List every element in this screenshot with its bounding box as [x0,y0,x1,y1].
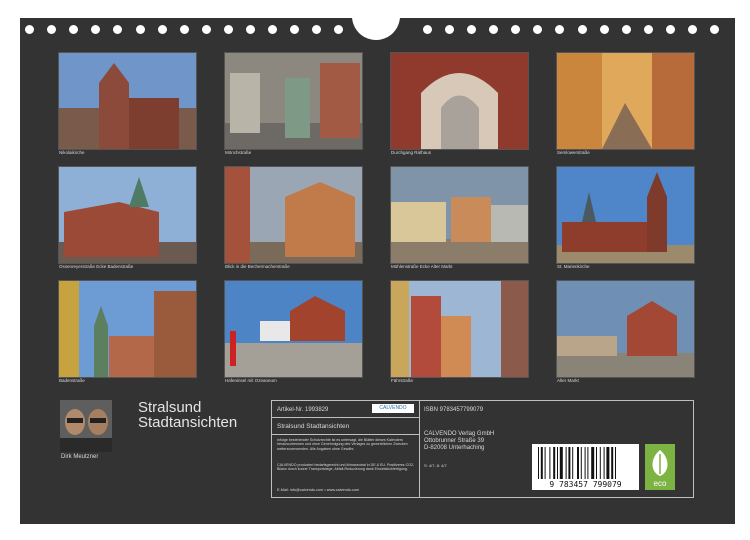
binding-hole [268,25,278,34]
photo-caption: Durchgang Rathaus [391,150,432,155]
binding-hole [135,25,145,34]
binding-hole [223,25,233,34]
legal-text: Infolge bestehender Schutzrechte ist es … [277,438,408,451]
photo-thumbnail [224,166,363,264]
binding-hole [334,25,344,34]
photo-thumbnail [58,166,197,264]
photo-thumbnail [224,52,363,150]
binding-hole [621,25,631,34]
photo-thumbnail [390,52,529,150]
title-line-1: Stralsund [138,399,202,416]
binding-hole [201,25,211,34]
binding-hole [533,25,543,34]
photo-caption: Semlowerstraße [557,150,590,155]
product-title: Stralsund Stadtansichten [277,423,350,430]
binding-hole [290,25,300,34]
binding-hole [113,25,123,34]
binding-hole [47,25,57,34]
binding-hole [577,25,587,34]
photo-caption: Mühlenstraße Ecke Alter Markt [391,264,453,269]
publisher-line-2: Ottobrunner Straße 39 [424,438,485,444]
publisher-line-1: CALVENDO Verlag GmbH [424,431,495,437]
author-name: Dirk Meutzner [61,454,99,460]
barcode: 9 783457 799079 [532,444,639,490]
photo-caption: Fährstraße [391,378,414,383]
article-number: Artikel-Nr. 1993829 [277,407,329,413]
info-divider [272,434,419,435]
binding-hole [422,25,432,34]
binding-hole [91,25,101,34]
photo-caption: Badenstraße [59,378,85,383]
svg-text:eco: eco [654,479,667,488]
binding-hole [157,25,167,34]
isbn: ISBN 9783457799079 [424,407,484,413]
binding-hole [555,25,565,34]
binding-hole [710,25,720,34]
publisher-line-3: D-82008 Unterhaching [424,445,485,451]
photo-caption: Alter Markt [557,378,579,383]
binding-hole [312,25,322,34]
photo-caption: Ossenreyerstraße Ecke Badenstraße [59,264,134,269]
photo-thumbnail [390,166,529,264]
binding-hole [69,25,79,34]
photo-caption: Hafeninsel mit Ozeaneum [225,378,277,383]
print-code: S: 4/7, 8: 4/7 [424,463,447,468]
binding-hole [511,25,521,34]
photo-thumbnail [58,52,197,150]
binding-hole [25,25,34,34]
photo-caption: Mönchstraße [225,150,252,155]
binding-hole [444,25,454,34]
photo-thumbnail [58,280,197,378]
binding-hole [246,25,255,34]
calendar-title: Stralsund Stadtansichten [138,400,237,430]
title-line-2: Stadtansichten [138,414,238,431]
binding-holes [20,25,735,35]
binding-hole [643,25,653,34]
calvendo-badge: CALVENDO [372,404,414,413]
photo-caption: Nikolaikirche [59,150,85,155]
binding-hole [179,25,189,34]
author-photo [60,400,112,452]
eco-logo: eco [645,444,675,490]
binding-hole [688,25,697,34]
binding-hole [467,25,476,34]
barcode-number: 9 783457 799079 [549,480,622,489]
photo-caption: Blick in die Bechermacherstraße [225,264,290,269]
photo-thumbnail [556,166,695,264]
info-divider [272,417,419,418]
binding-hole [489,25,499,34]
binding-hole [599,25,609,34]
photo-thumbnail [224,280,363,378]
production-text: CALVENDO produziert bedarfsgerecht und k… [277,463,415,472]
photo-thumbnail [556,280,695,378]
contact-line: E-Mail: info@calvendo.com • www.calvendo… [277,488,360,492]
photo-caption: St. Marienkirche [557,264,590,269]
photo-thumbnail [556,52,695,150]
info-divider [419,401,420,497]
binding-hole [665,25,675,34]
photo-thumbnail [390,280,529,378]
